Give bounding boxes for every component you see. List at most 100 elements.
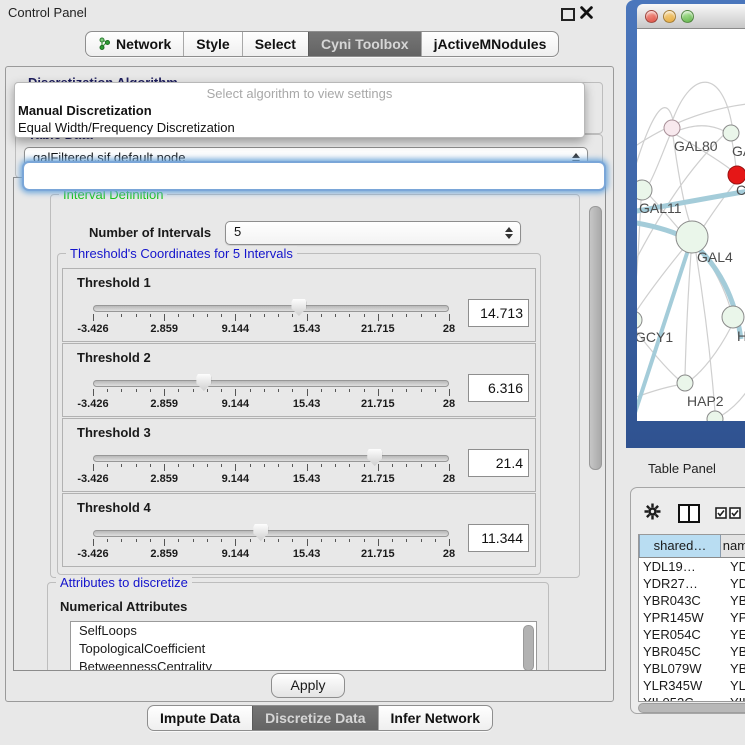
slider-tick [335,314,336,317]
node-label: HAP2 [687,393,724,409]
horizontal-scrollbar[interactable] [638,703,745,713]
table-row[interactable]: YLR345WYLR3 [639,677,745,694]
network-edge[interactable] [637,108,673,181]
tab-select[interactable]: Select [242,32,308,56]
checkbox-icon[interactable] [729,507,741,519]
slider-tick [150,464,151,467]
dropdown-item-equal-width-frequency-discretization[interactable]: Equal Width/Frequency Discretization [15,119,584,136]
slider-tick [307,314,308,321]
network-edge[interactable] [685,253,691,376]
slider-tick [278,389,279,392]
attribute-list-item[interactable]: TopologicalCoefficient [71,640,536,658]
slider-track[interactable] [93,530,449,537]
network-node[interactable] [707,411,723,421]
threshold-value-field[interactable] [468,524,529,552]
slider-tick [321,539,322,542]
table-row[interactable]: YER054CYER0 [639,626,745,643]
close-icon[interactable] [580,6,593,19]
tab-network[interactable]: Network [86,32,183,56]
gear-icon[interactable] [644,503,661,520]
slider-thumb[interactable] [367,449,382,466]
network-node[interactable] [677,375,693,391]
slider-tick [121,389,122,392]
slider-tick [421,539,422,542]
table-cell: YIL0 [723,694,745,702]
top-tab-bar: NetworkStyleSelectCyni ToolboxjActiveMNo… [85,31,559,57]
minimize-traffic-light-icon[interactable] [663,10,676,23]
slider-tick-label: 9.144 [222,548,250,560]
slider-thumb[interactable] [196,374,211,391]
network-canvas[interactable]: GAL80GALCGAL11GAL4GCY1HHAP2 [637,29,745,421]
slider-tick [278,539,279,542]
tab-cyni-toolbox[interactable]: Cyni Toolbox [308,32,421,56]
table-row[interactable]: YBR045CYBR0 [639,643,745,660]
table-row[interactable]: YBL079WYBL0 [639,660,745,677]
bottom-tab-impute-data[interactable]: Impute Data [148,706,252,730]
slider-thumb[interactable] [253,524,268,541]
split-panel-icon[interactable] [678,504,700,523]
close-traffic-light-icon[interactable] [645,10,658,23]
bottom-tab-infer-network[interactable]: Infer Network [378,706,492,730]
slider-tick [421,389,422,392]
slider-tick [421,314,422,317]
network-edge[interactable] [649,135,670,184]
network-node[interactable] [722,306,744,328]
slider-tick [335,539,336,542]
table-row[interactable]: YBR043CYBR0 [639,592,745,609]
slider-tick [193,314,194,317]
attribute-list-item[interactable]: BetweennessCentrality [71,658,536,671]
node-label: GAL11 [639,200,682,216]
column-header-shared-[interactable]: shared… [639,535,721,557]
node-attribute-table[interactable]: shared…nameYDL19…YDL1YDR27…YDR2YBR043CYB… [638,534,745,702]
network-edge[interactable] [677,126,724,131]
network-edge[interactable] [721,391,745,416]
threshold-slider[interactable]: -3.4262.8599.14415.4321.71528 [93,301,449,339]
numerical-attributes-list[interactable]: SelfLoopsTopologicalCoefficientBetweenne… [70,621,537,671]
number-of-intervals-combobox[interactable]: 5 [225,221,521,245]
threshold-slider[interactable]: -3.4262.8599.14415.4321.71528 [93,376,449,414]
slider-track[interactable] [93,380,449,387]
zoom-traffic-light-icon[interactable] [681,10,694,23]
slider-track[interactable] [93,455,449,462]
vertical-scrollbar[interactable] [589,206,602,470]
apply-button[interactable]: Apply [271,673,345,698]
attribute-list-item[interactable]: SelfLoops [71,622,536,640]
network-node[interactable] [637,180,652,200]
checkbox-icon[interactable] [715,507,727,519]
slider-thumb[interactable] [291,299,306,316]
network-edge[interactable] [673,82,732,125]
table-row[interactable]: YPR145WYPR1 [639,609,745,626]
slider-tick [121,464,122,467]
tab-jactivemnodules[interactable]: jActiveMNodules [421,32,559,56]
slider-tick-label: 15.43 [293,323,321,335]
network-node[interactable] [723,125,739,141]
threshold-slider[interactable]: -3.4262.8599.14415.4321.71528 [93,451,449,489]
table-cell: YBL0 [723,660,745,677]
float-window-icon[interactable] [561,8,575,21]
slider-tick [435,464,436,467]
bottom-tab-discretize-data[interactable]: Discretize Data [252,706,377,730]
network-edge[interactable] [696,253,715,412]
network-node[interactable] [664,120,680,136]
algorithm-combobox[interactable] [22,161,606,191]
threshold-value-field[interactable] [468,299,529,327]
network-edge[interactable] [637,200,641,312]
slider-tick [93,539,94,546]
threshold-slider[interactable]: -3.4262.8599.14415.4321.71528 [93,526,449,564]
list-scrollbar[interactable] [523,625,534,671]
table-row[interactable]: YDR27…YDR2 [639,575,745,592]
threshold-value-field[interactable] [468,449,529,477]
table-row[interactable]: YDL19…YDL1 [639,558,745,575]
slider-tick [235,314,236,321]
interval-definition-group: Interval Definition Number of Intervals … [50,194,580,578]
network-edge[interactable] [704,183,735,226]
slider-tick [164,539,165,546]
dropdown-item-manual-discretization[interactable]: Manual Discretization [15,102,584,119]
column-header-name[interactable]: name [721,535,745,557]
slider-tick-label: 28 [443,473,455,485]
threshold-value-field[interactable] [468,374,529,402]
table-row[interactable]: YIL052CYIL0 [639,694,745,702]
tab-style[interactable]: Style [183,32,241,56]
network-node[interactable] [637,311,642,329]
slider-track[interactable] [93,305,449,312]
